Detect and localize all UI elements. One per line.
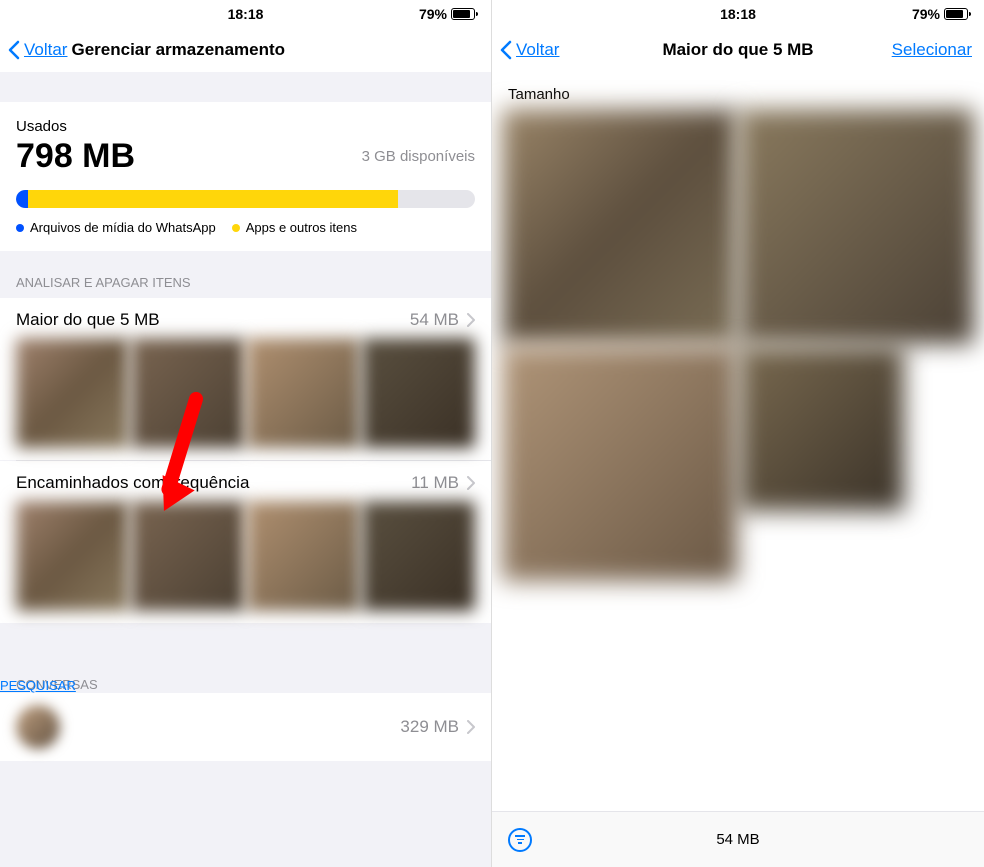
media-thumbnail — [131, 501, 244, 611]
media-thumbnail — [362, 501, 475, 611]
back-button[interactable]: Voltar — [500, 40, 559, 60]
chevron-left-icon — [8, 40, 20, 60]
page-title: Gerenciar armazenamento — [71, 40, 285, 60]
status-bar: 18:18 79% — [0, 0, 491, 28]
item-size: 54 MB — [410, 310, 459, 330]
thumbnail-row — [16, 501, 475, 611]
search-link[interactable]: PESQUISAR — [0, 678, 475, 693]
available-label: 3 GB disponíveis — [362, 148, 475, 165]
battery-icon — [451, 8, 475, 20]
battery-icon — [944, 8, 968, 20]
conversation-item[interactable]: . 329 MB — [0, 693, 491, 761]
chevron-left-icon — [500, 40, 512, 60]
nav-bar: Voltar Maior do que 5 MB Selecionar — [492, 28, 984, 72]
item-title: Maior do que 5 MB — [16, 310, 160, 330]
media-thumbnail — [362, 338, 475, 448]
legend-apps-label: Apps e outros itens — [246, 220, 357, 235]
media-thumbnail — [131, 338, 244, 448]
media-thumbnail — [16, 338, 129, 448]
total-size: 54 MB — [716, 831, 759, 848]
review-header: ANALISAR E APAGAR ITENS — [0, 251, 491, 298]
conversation-size: 329 MB — [400, 717, 459, 737]
status-time: 18:18 — [228, 6, 264, 22]
back-label: Voltar — [24, 40, 67, 60]
storage-summary: Usados 798 MB 3 GB disponíveis Arquivos … — [0, 102, 491, 251]
chevron-right-icon — [467, 313, 475, 327]
status-bar: 18:18 79% — [492, 0, 984, 28]
battery-percent: 79% — [419, 6, 447, 22]
page-title: Maior do que 5 MB — [662, 40, 813, 60]
size-label: Tamanho — [492, 72, 984, 109]
chevron-right-icon — [467, 476, 475, 490]
legend-whatsapp: Arquivos de mídia do WhatsApp — [16, 220, 216, 235]
storage-segment-whatsapp — [16, 190, 28, 208]
legend-whatsapp-label: Arquivos de mídia do WhatsApp — [30, 220, 216, 235]
item-title: Encaminhados com frequência — [16, 473, 249, 493]
used-label: Usados — [16, 118, 475, 135]
media-grid — [492, 109, 984, 581]
legend-apps: Apps e outros itens — [232, 220, 357, 235]
nav-bar: Voltar Gerenciar armazenamento — [0, 28, 491, 72]
back-button[interactable]: Voltar — [8, 40, 67, 60]
larger-than-5mb-item[interactable]: Maior do que 5 MB 54 MB — [0, 298, 491, 460]
chevron-right-icon — [467, 720, 475, 734]
forwarded-frequently-item[interactable]: Encaminhados com frequência 11 MB — [0, 461, 491, 623]
media-thumbnail — [247, 501, 360, 611]
storage-bar — [16, 190, 475, 208]
storage-segment-apps — [28, 190, 398, 208]
back-label: Voltar — [516, 40, 559, 60]
avatar — [16, 705, 60, 749]
media-thumbnail — [247, 338, 360, 448]
battery-percent: 79% — [912, 6, 940, 22]
filter-icon[interactable] — [508, 828, 532, 852]
media-item[interactable] — [739, 109, 974, 344]
media-item[interactable] — [502, 346, 737, 581]
item-size: 11 MB — [411, 473, 459, 493]
bottom-bar: 54 MB — [492, 811, 984, 867]
select-button[interactable]: Selecionar — [892, 40, 972, 60]
media-item[interactable] — [739, 346, 904, 511]
media-item[interactable] — [502, 109, 737, 344]
status-time: 18:18 — [720, 6, 756, 22]
storage-legend: Arquivos de mídia do WhatsApp Apps e out… — [16, 220, 475, 235]
dot-blue-icon — [16, 224, 24, 232]
thumbnail-row — [16, 338, 475, 448]
dot-yellow-icon — [232, 224, 240, 232]
media-thumbnail — [16, 501, 129, 611]
